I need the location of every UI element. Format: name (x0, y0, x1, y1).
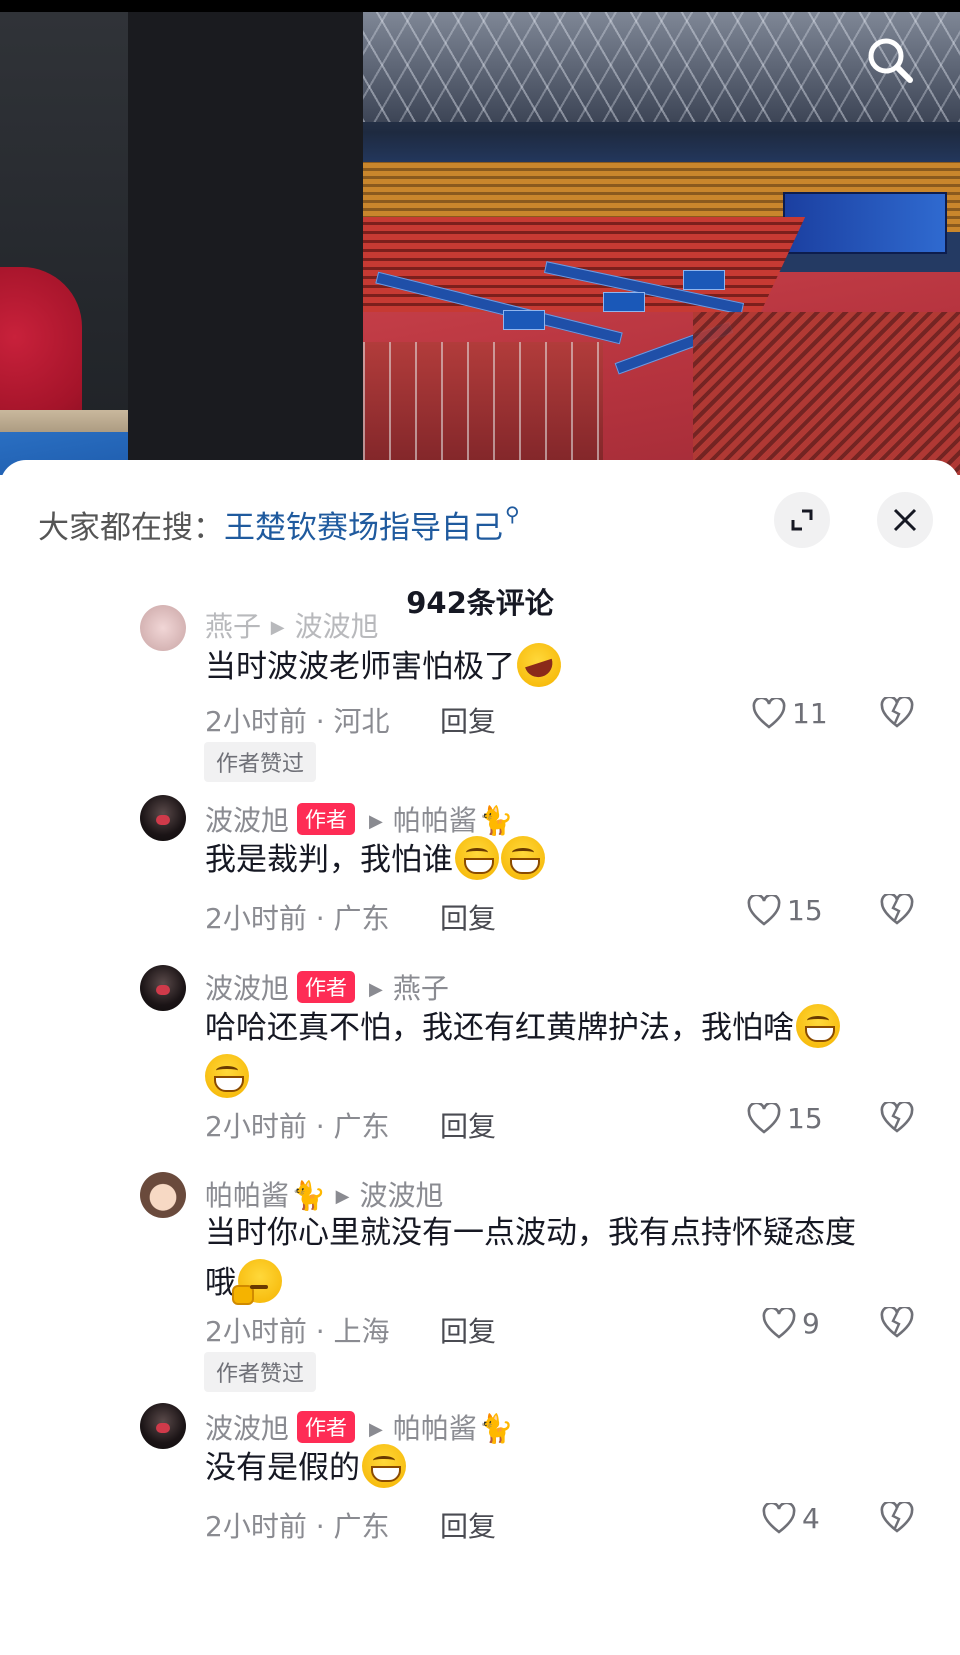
close-icon (893, 508, 917, 532)
reply-arrow-icon: ▶ (265, 617, 285, 638)
avatar[interactable] (140, 1403, 186, 1449)
author-badge: 作者 (297, 971, 356, 1003)
comment-text: 哈哈还真不怕，我还有红黄牌护法，我怕啥 (205, 1003, 935, 1103)
comment-text: 当时你心里就没有一点波动，我有点持怀疑态度哦 (205, 1215, 856, 1305)
dislike-icon (880, 892, 914, 925)
video-player[interactable] (0, 0, 960, 475)
grin-emoji (501, 836, 545, 880)
status-strip (0, 0, 960, 12)
commenter-name[interactable]: 波波旭 (205, 804, 289, 837)
author-badge: 作者 (297, 803, 356, 835)
arena-seats-right (693, 312, 960, 475)
heart-icon (752, 697, 786, 729)
reply-button[interactable]: 回复 (440, 1505, 496, 1545)
comment-header: 波波旭 作者 ▶ 燕子 (205, 967, 449, 1007)
commenter-name[interactable]: 波波旭 (205, 972, 289, 1005)
commenter-name[interactable]: 波波旭 (205, 1412, 289, 1445)
ping-pong-table (603, 292, 645, 312)
expand-button[interactable] (774, 492, 830, 548)
reply-to-name[interactable]: 帕帕酱 (393, 804, 477, 837)
comment-meta: 2小时前 · 广东 (205, 1510, 390, 1543)
heart-icon (747, 894, 781, 926)
expand-icon (791, 509, 813, 531)
reply-to-name[interactable]: 波波旭 (295, 610, 379, 643)
like-count: 15 (787, 894, 823, 927)
author-liked-tag: 作者赞过 (204, 742, 317, 782)
reply-arrow-icon: ▶ (329, 1186, 350, 1207)
comment-meta: 2小时前 · 河北 (205, 705, 390, 738)
grin-emoji (205, 1054, 249, 1098)
comment-header: 燕子 ▶ 波波旭 (205, 605, 379, 645)
arena-seats-left (363, 217, 806, 312)
dislike-button[interactable] (880, 1100, 914, 1138)
suggestion-prefix: 大家都在搜： (38, 510, 224, 546)
avatar[interactable] (140, 605, 186, 651)
cat-emoji: 🐈 (478, 804, 514, 837)
avatar[interactable] (140, 795, 186, 841)
like-count: 15 (787, 1102, 823, 1135)
comment-meta: 2小时前 · 广东 (205, 1110, 390, 1143)
like-button[interactable]: 9 (762, 1307, 820, 1340)
reply-button[interactable]: 回复 (440, 897, 496, 937)
dislike-button[interactable] (880, 1500, 914, 1538)
heart-icon (762, 1307, 796, 1339)
close-button[interactable] (877, 492, 933, 548)
like-count: 4 (802, 1502, 820, 1535)
suggestion-keyword[interactable]: 王楚钦赛场指导自己 (224, 510, 503, 546)
avatar[interactable] (140, 965, 186, 1011)
like-button[interactable]: 11 (752, 697, 828, 730)
ping-pong-table (683, 270, 725, 290)
grin-emoji (455, 836, 499, 880)
avatar[interactable] (140, 1172, 186, 1218)
commenter-name[interactable]: 燕子 (205, 610, 261, 643)
dislike-button[interactable] (880, 1305, 914, 1343)
think-emoji (232, 1259, 282, 1305)
reply-button[interactable]: 回复 (440, 1105, 496, 1145)
author-badge: 作者 (297, 1411, 356, 1443)
dislike-icon (880, 1500, 914, 1533)
search-icon (868, 38, 913, 83)
laugh-emoji (511, 637, 567, 693)
dislike-button[interactable] (880, 695, 914, 733)
reply-arrow-icon: ▶ (369, 979, 383, 1000)
comment-meta: 2小时前 · 上海 (205, 1315, 390, 1348)
search-suggestion[interactable]: 大家都在搜：王楚钦赛场指导自己 ⚲ (38, 502, 520, 547)
comment-meta: 2小时前 · 广东 (205, 902, 390, 935)
like-count: 9 (802, 1307, 820, 1340)
reply-button[interactable]: 回复 (440, 700, 496, 740)
heart-icon (747, 1102, 781, 1134)
dislike-icon (880, 1100, 914, 1133)
like-button[interactable]: 15 (747, 894, 823, 927)
arena-screen (783, 192, 947, 254)
grin-emoji (362, 1444, 406, 1488)
video-left-frame (0, 12, 128, 475)
reply-button[interactable]: 回复 (440, 1310, 496, 1350)
cat-emoji: 🐈 (478, 1412, 514, 1445)
reply-arrow-icon: ▶ (369, 1419, 383, 1440)
dislike-button[interactable] (880, 892, 914, 930)
comment-text: 我是裁判，我怕谁 (205, 835, 925, 885)
comment-text: 当时波波老师害怕极了 (205, 637, 925, 693)
heart-icon (762, 1502, 796, 1534)
reply-arrow-icon: ▶ (369, 811, 383, 832)
like-count: 11 (792, 697, 828, 730)
comment-text: 没有是假的 (205, 1443, 925, 1493)
arena-railing (363, 342, 603, 475)
like-button[interactable]: 4 (762, 1502, 820, 1535)
dislike-icon (880, 695, 914, 728)
reply-to-name[interactable]: 帕帕酱 (393, 1412, 477, 1445)
grin-emoji (796, 1004, 840, 1048)
comment-header: 波波旭 作者 ▶ 帕帕酱🐈 (205, 799, 514, 839)
like-button[interactable]: 15 (747, 1102, 823, 1135)
video-dark-divider (128, 12, 363, 475)
search-button[interactable] (860, 30, 920, 90)
dislike-icon (880, 1305, 914, 1338)
author-liked-tag: 作者赞过 (204, 1352, 317, 1392)
comment-header: 波波旭 作者 ▶ 帕帕酱🐈 (205, 1407, 514, 1447)
comment-sheet: 大家都在搜：王楚钦赛场指导自己 ⚲ 942条评论 燕子 ▶ 波波旭 当时波波老师害怕… (0, 460, 960, 1655)
ping-pong-table (503, 310, 545, 330)
search-small-icon: ⚲ (505, 502, 520, 526)
reply-to-name[interactable]: 燕子 (393, 972, 449, 1005)
